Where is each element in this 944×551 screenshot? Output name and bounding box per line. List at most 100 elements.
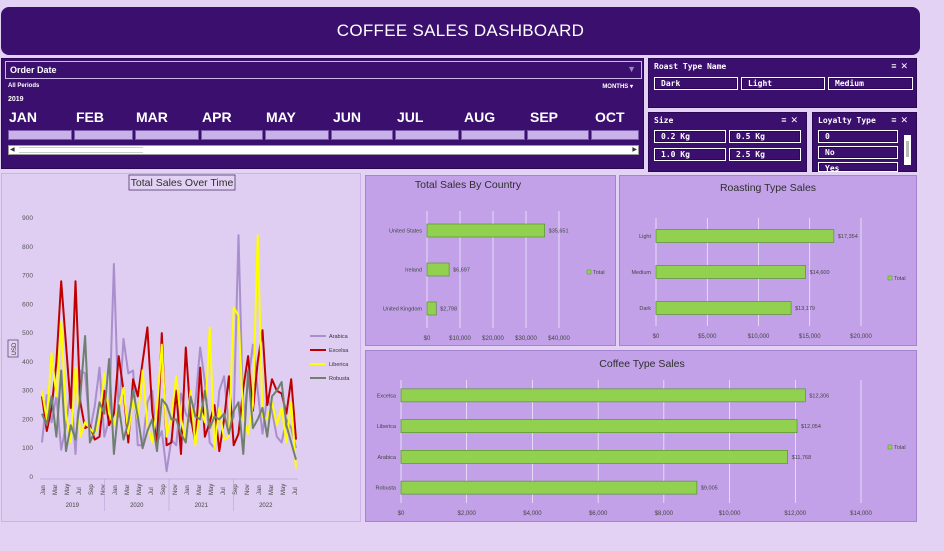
order-date-timeline[interactable]: Order Date ▼ All Periods MONTHS ▾ 2019 J… xyxy=(1,58,644,169)
x-tick-label: Jul xyxy=(77,487,83,495)
timeline-scroll-thumb[interactable] xyxy=(19,147,143,153)
x-tick-label: Nov xyxy=(245,484,251,495)
line-chart-title: Total Sales Over Time xyxy=(131,177,234,189)
clear-filter-icon[interactable]: ✕ xyxy=(790,115,802,125)
roast-item[interactable]: Light xyxy=(741,77,825,90)
series-line-liberica xyxy=(41,234,297,469)
roast-type-slicer[interactable]: Roast Type Name ≡✕ Dark Light Medium xyxy=(648,58,917,108)
loyalty-type-slicer[interactable]: Loyalty Type ≡✕ 0 No Yes xyxy=(812,112,917,173)
y-tick-label: 300 xyxy=(22,388,33,395)
timeline-month[interactable]: OCT xyxy=(595,109,625,125)
bar xyxy=(426,262,450,277)
timeline-month[interactable]: JUN xyxy=(333,109,361,125)
line-chart-ylabel: USD xyxy=(12,342,18,355)
x-tick-label: $0 xyxy=(424,336,431,342)
size-item[interactable]: 1.0 Kg xyxy=(654,148,726,161)
legend-entry: Excelsa xyxy=(329,348,349,354)
timeline-month[interactable]: APR xyxy=(202,109,232,125)
x-tick-label: Mar xyxy=(53,485,59,495)
x-tick-label: Sep xyxy=(89,484,95,495)
size-slicer-title: Size xyxy=(654,116,674,125)
timeline-month[interactable]: SEP xyxy=(530,109,558,125)
legend-entry: Total xyxy=(894,445,906,451)
clear-filter-icon[interactable]: ✕ xyxy=(900,61,912,71)
data-label: $13,179 xyxy=(795,306,815,312)
loyalty-scroll-thumb[interactable] xyxy=(906,141,909,157)
roasting-chart-title: Roasting Type Sales xyxy=(720,182,816,194)
timeline-month[interactable]: FEB xyxy=(76,109,104,125)
data-label: $17,354 xyxy=(838,234,858,240)
loyalty-scrollbar[interactable] xyxy=(904,135,911,165)
x-tick-label: $6,000 xyxy=(589,511,608,517)
category-label: Excelsa xyxy=(377,393,397,399)
dashboard-header: COFFEE SALES DASHBOARD xyxy=(1,7,920,55)
timeline-month-bar[interactable] xyxy=(74,130,133,140)
roast-item[interactable]: Medium xyxy=(828,77,913,90)
timeline-level-label: MONTHS xyxy=(602,84,629,90)
timeline-month-bar[interactable] xyxy=(331,130,393,140)
x-tick-label: May xyxy=(137,484,143,495)
roast-item[interactable]: Dark xyxy=(654,77,738,90)
timeline-month-bar[interactable] xyxy=(201,130,263,140)
bar xyxy=(655,301,792,315)
clear-filter-icon[interactable]: ▼ xyxy=(627,64,636,74)
category-label: Liberica xyxy=(377,424,397,430)
bar xyxy=(655,229,835,243)
data-label: $6,697 xyxy=(453,268,470,274)
timeline-month-bar[interactable] xyxy=(461,130,525,140)
data-label: $9,005 xyxy=(701,486,718,492)
x-tick-label: Jul xyxy=(149,487,155,495)
timeline-month-bar[interactable] xyxy=(135,130,199,140)
timeline-month-bar[interactable] xyxy=(527,130,589,140)
timeline-month[interactable]: MAR xyxy=(136,109,168,125)
coffee-type-chart: Coffee Type Sales $0 $2,000 $4,000 $6,000 $8… xyxy=(376,358,906,517)
size-slicer[interactable]: Size ≡✕ 0.2 Kg 0.5 Kg 1.0 Kg 2.5 Kg xyxy=(648,112,807,172)
category-label: United Kingdom xyxy=(383,307,423,313)
y-tick-label: 500 xyxy=(22,330,33,337)
timeline-scrollbar[interactable]: ◀ ▶ xyxy=(8,145,639,155)
bar xyxy=(400,419,798,433)
category-label: Light xyxy=(639,234,651,240)
legend-entry: Liberica xyxy=(329,362,349,368)
timeline-month-bar[interactable] xyxy=(8,130,72,140)
x-tick-label: $12,000 xyxy=(784,511,806,517)
data-label: $2,798 xyxy=(440,307,457,313)
size-item[interactable]: 2.5 Kg xyxy=(729,148,801,161)
timeline-month[interactable]: AUG xyxy=(464,109,495,125)
x-tick-label: $10,000 xyxy=(748,334,770,340)
x-tick-label: $30,000 xyxy=(515,336,537,342)
x-tick-label: Mar xyxy=(197,485,203,495)
category-label: United States xyxy=(389,229,422,235)
x-tick-label: Jan xyxy=(185,485,191,495)
x-tick-label: Mar xyxy=(125,485,131,495)
y-tick-label: 700 xyxy=(22,273,33,280)
clear-filter-icon[interactable]: ✕ xyxy=(900,115,912,125)
loyalty-slicer-title: Loyalty Type xyxy=(818,116,876,125)
loyalty-item[interactable]: Yes xyxy=(818,162,898,173)
x-tick-label: Jan xyxy=(41,485,47,495)
loyalty-item[interactable]: 0 xyxy=(818,130,898,143)
timeline-month-bar[interactable] xyxy=(591,130,639,140)
y-tick-label: 600 xyxy=(22,301,33,308)
timeline-month-bar[interactable] xyxy=(395,130,459,140)
loyalty-item[interactable]: No xyxy=(818,146,898,159)
timeline-month-bar[interactable] xyxy=(265,130,329,140)
x-tick-label: $15,000 xyxy=(799,334,821,340)
size-item[interactable]: 0.5 Kg xyxy=(729,130,801,143)
roasting-type-chart: Roasting Type Sales $0 $5,000 $10,000 $15,0… xyxy=(631,182,905,340)
bar xyxy=(426,223,545,238)
sales-over-time-panel: Total Sales Over Time 0 100 200 300 400 500 60… xyxy=(1,173,361,522)
timeline-month[interactable]: JAN xyxy=(9,109,37,125)
size-item[interactable]: 0.2 Kg xyxy=(654,130,726,143)
scroll-right-icon[interactable]: ▶ xyxy=(632,146,637,154)
y-tick-label: 800 xyxy=(22,244,33,251)
category-label: Arabica xyxy=(377,455,397,461)
timeline-level-dropdown[interactable]: MONTHS ▾ xyxy=(602,83,633,90)
roasting-type-panel: Roasting Type Sales $0 $5,000 $10,000 $15,0… xyxy=(619,175,917,346)
timeline-month[interactable]: MAY xyxy=(266,109,296,125)
timeline-month[interactable]: JUL xyxy=(397,109,423,125)
legend-entry: Robusta xyxy=(329,376,350,382)
x-tick-label: Jan xyxy=(113,485,119,495)
x-tick-label: Nov xyxy=(173,484,179,495)
scroll-left-icon[interactable]: ◀ xyxy=(10,146,15,154)
